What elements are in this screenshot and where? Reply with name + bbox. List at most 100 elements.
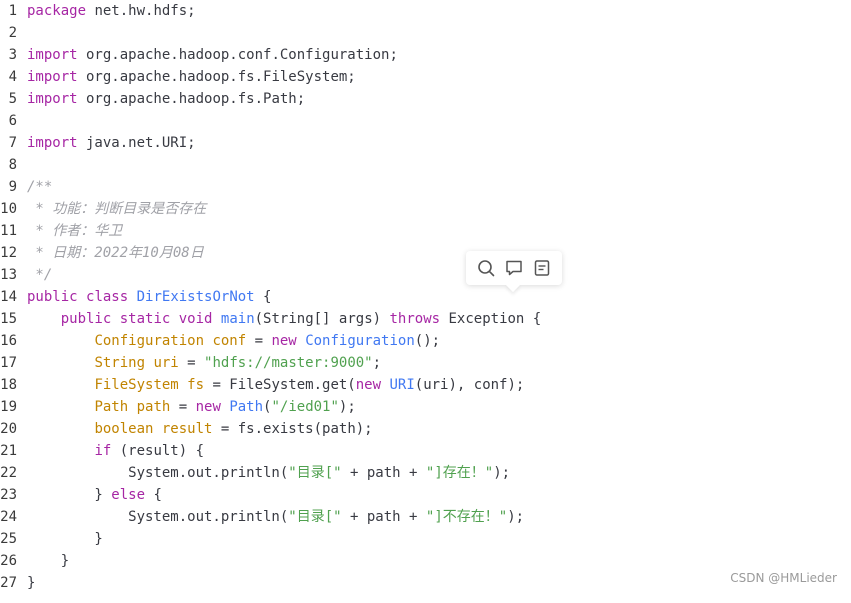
- code-token: package: [27, 3, 87, 19]
- code-token: void: [178, 311, 213, 327]
- code-line: 1 package net.hw.hdfs;: [0, 0, 196, 22]
- code-line: 22 System.out.println("目录[" + path + "]存…: [0, 462, 510, 484]
- code-token: =: [170, 399, 196, 415]
- code-token: );: [507, 509, 525, 525]
- code-token: if: [94, 443, 112, 459]
- code-token: Configuration conf: [94, 333, 247, 349]
- code-token: new: [271, 333, 297, 349]
- code-token: "目录[": [288, 465, 342, 481]
- code-line: 21 if (result) {: [0, 440, 204, 462]
- line-number: 21: [0, 443, 17, 459]
- line-code: package net.hw.hdfs;: [22, 0, 196, 22]
- line-number: 25: [0, 531, 17, 547]
- code-token: = fs.exists(path);: [212, 421, 373, 437]
- line-code: import org.apache.hadoop.conf.Configurat…: [22, 44, 398, 66]
- line-code: } else {: [22, 484, 162, 506]
- code-token: java.net.URI;: [77, 135, 196, 151]
- comment-button[interactable]: [502, 256, 526, 280]
- code-token: import: [27, 135, 78, 151]
- code-token: org.apache.hadoop.fs.FileSystem;: [77, 69, 356, 85]
- code-line: 24 System.out.println("目录[" + path + "]不…: [0, 506, 524, 528]
- code-token: );: [338, 399, 356, 415]
- code-token: (uri), conf);: [414, 377, 525, 393]
- line-code: }: [22, 528, 103, 550]
- line-code: public static void main(String[] args) t…: [22, 308, 542, 330]
- code-token: }: [27, 531, 103, 547]
- code-token: =: [178, 355, 205, 371]
- line-number: 7: [8, 135, 17, 151]
- code-line: 20 boolean result = fs.exists(path);: [0, 418, 373, 440]
- code-token: "]存在！": [425, 465, 494, 481]
- code-token: "/ied01": [271, 399, 339, 415]
- line-number: 22: [0, 465, 17, 481]
- line-number: 15: [0, 311, 17, 327]
- line-number: 9: [8, 179, 17, 195]
- code-editor: 1 package net.hw.hdfs; 2 3 import org.apache…: [0, 0, 851, 603]
- code-token: =: [246, 333, 272, 349]
- code-line: 14 public class DirExistsOrNot {: [0, 286, 271, 308]
- line-number: 2: [8, 25, 17, 41]
- code-token: "目录[": [288, 509, 342, 525]
- note-button[interactable]: [530, 256, 554, 280]
- code-line: 9 /**: [0, 176, 53, 198]
- code-line: 5 import org.apache.hadoop.fs.Path;: [0, 88, 306, 110]
- note-icon: [534, 260, 550, 276]
- line-code: */: [22, 264, 52, 286]
- code-line: 7 import java.net.URI;: [0, 132, 196, 154]
- line-number: 20: [0, 421, 17, 437]
- line-code: * 日期：2022年10月08日: [22, 242, 204, 264]
- line-code: Path path = new Path("/ied01");: [22, 396, 356, 418]
- code-token: import: [27, 47, 78, 63]
- line-number: 27: [0, 575, 17, 591]
- watermark: CSDN @HMLieder: [730, 571, 837, 585]
- line-code: * 功能：判断目录是否存在: [22, 198, 206, 220]
- line-code: boolean result = fs.exists(path);: [22, 418, 373, 440]
- code-line: 2: [0, 22, 27, 44]
- code-line: 12 * 日期：2022年10月08日: [0, 242, 204, 264]
- code-line: 23 } else {: [0, 484, 162, 506]
- line-number: 26: [0, 553, 17, 569]
- code-token: static: [119, 311, 171, 327]
- line-code: }: [22, 550, 69, 572]
- code-token: * 日期：2022年10月08日: [27, 245, 204, 261]
- code-token: public: [60, 311, 112, 327]
- code-token: org.apache.hadoop.conf.Configuration;: [77, 47, 398, 63]
- line-number: 8: [8, 157, 17, 173]
- code-token: (result) {: [111, 443, 205, 459]
- code-token: (String[] args): [254, 311, 390, 327]
- line-number: 14: [0, 289, 17, 305]
- code-token: DirExistsOrNot: [136, 289, 255, 305]
- code-line: 15 public static void main(String[] args…: [0, 308, 541, 330]
- line-code: if (result) {: [22, 440, 204, 462]
- code-token: ();: [414, 333, 441, 349]
- line-code: * 作者：华卫: [22, 220, 122, 242]
- code-line: 26 }: [0, 550, 69, 572]
- code-line: 4 import org.apache.hadoop.fs.FileSystem;: [0, 66, 356, 88]
- line-number: 19: [0, 399, 17, 415]
- code-token: throws: [389, 311, 441, 327]
- code-token: {: [145, 487, 162, 503]
- line-code: Configuration conf = new Configuration()…: [22, 330, 440, 352]
- code-token: org.apache.hadoop.fs.Path;: [77, 91, 306, 107]
- line-code: /**: [22, 176, 52, 198]
- code-token: );: [493, 465, 511, 481]
- code-token: Path: [229, 399, 264, 415]
- code-token: else: [111, 487, 146, 503]
- code-line: 17 String uri = "hdfs://master:9000";: [0, 352, 381, 374]
- code-token: * 功能：判断目录是否存在: [27, 201, 207, 217]
- code-line: 3 import org.apache.hadoop.conf.Configura…: [0, 44, 398, 66]
- search-button[interactable]: [474, 256, 498, 280]
- code-token: }: [27, 575, 36, 591]
- line-number: 24: [0, 509, 17, 525]
- code-token: System.out.println(: [27, 465, 289, 481]
